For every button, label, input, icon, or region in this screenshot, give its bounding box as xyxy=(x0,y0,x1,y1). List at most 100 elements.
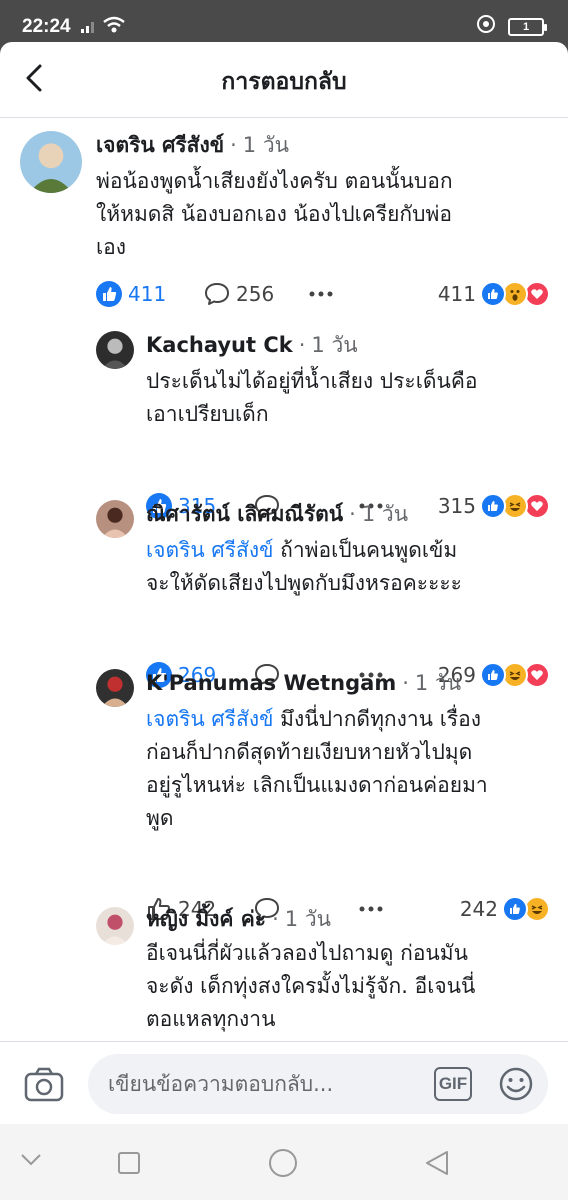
reaction-total: 315 xyxy=(437,494,476,518)
reaction-summary[interactable]: 242 xyxy=(460,893,550,925)
comment-header: Kachayut Ck · 1 วัน xyxy=(146,329,358,362)
more-options-button[interactable] xyxy=(308,278,334,310)
comment-time: 1 วัน xyxy=(242,133,289,157)
like-count: 411 xyxy=(128,282,167,306)
like-button[interactable]: 411 xyxy=(96,278,166,310)
avatar[interactable] xyxy=(96,669,134,707)
comment-line-text: เอง xyxy=(96,235,127,259)
reaction-total: 242 xyxy=(459,897,498,921)
comment-line-text: เอาเปรียบเด็ก xyxy=(146,402,269,426)
comment-line-text: ประเด็นไม่ได้อยู่ที่น้ำเสียง ประเด็นคือ xyxy=(146,369,478,393)
reply-input-container: GIF xyxy=(88,1054,548,1114)
signal-icon xyxy=(80,18,98,39)
header: การตอบกลับ xyxy=(0,42,568,118)
comment-line-text: จะดัง เด็กทุ่งสงใครมั้งไม่รู้จัก. อีเจนน… xyxy=(146,974,476,998)
avatar[interactable] xyxy=(96,500,134,538)
comment-line: เอง xyxy=(96,231,453,264)
comment-line: ให้หมดสิ น้องบอกเอง น้องไปเครียกับพ่อ xyxy=(96,198,453,231)
comment-line: ประเด็นไม่ได้อยู่ที่น้ำเสียง ประเด็นคือ xyxy=(146,365,478,398)
recents-icon xyxy=(118,1152,140,1174)
more-options-button[interactable] xyxy=(358,893,384,925)
wifi-icon xyxy=(102,16,126,39)
avatar[interactable] xyxy=(96,331,134,369)
comment-text: เจตริน ศรีสังข์ มึงนี่ปากดีทุกงาน เรื่อง… xyxy=(146,703,488,835)
comment-line-text: มึงนี่ปากดีทุกงาน เรื่อง xyxy=(273,707,482,731)
comment-line-text: ให้หมดสิ น้องบอกเอง น้องไปเครียกับพ่อ xyxy=(96,202,452,226)
author-name[interactable]: Kachayut Ck xyxy=(146,333,293,357)
reply-composer: GIF xyxy=(0,1041,568,1124)
author-name[interactable]: K'Panumas Wetngam xyxy=(146,671,396,695)
nav-home-button[interactable] xyxy=(268,1148,298,1182)
comment-line: อยู่รูไหนห่ะ เลิกเป็นแมงดาก่อนค่อยมา xyxy=(146,769,488,802)
like-icon xyxy=(96,281,122,307)
comment-line: เอาเปรียบเด็ก xyxy=(146,398,478,431)
nav-collapse-button[interactable] xyxy=(20,1152,42,1171)
emoji-button[interactable] xyxy=(498,1066,534,1106)
reaction-icons xyxy=(476,662,550,688)
reply-input[interactable] xyxy=(108,1054,428,1114)
more-icon xyxy=(308,290,334,298)
separator-dot: · xyxy=(402,671,409,695)
comment-line-text: พูด xyxy=(146,806,174,830)
comment-line-text: ถ้าพ่อเป็นคนพูดเข้ม xyxy=(273,538,458,562)
comment-line: จะดัง เด็กทุ่งสงใครมั้งไม่รู้จัก. อีเจนน… xyxy=(146,970,475,1003)
separator-dot: · xyxy=(298,333,306,357)
mention-link[interactable]: เจตริน ศรีสังข์ xyxy=(146,538,273,562)
comment-line: จะให้ดัดเสียงไปพูดกับมึงหรอคะะะะ xyxy=(146,567,462,600)
comment-line: เจตริน ศรีสังข์ มึงนี่ปากดีทุกงาน เรื่อง xyxy=(146,703,488,736)
reaction-summary[interactable]: 411 xyxy=(438,278,550,310)
reaction-total: 411 xyxy=(437,282,476,306)
mention-link[interactable]: เจตริน ศรีสังข์ xyxy=(146,707,273,731)
comment-line-text: อีเจนนี่กี่ผัวแล้วลองไปถามดู ก่อนมัน xyxy=(146,941,468,965)
comment-line: เจตริน ศรีสังข์ ถ้าพ่อเป็นคนพูดเข้ม xyxy=(146,534,462,567)
author-name[interactable]: หญิง มิ้งค์ ค่ะ xyxy=(146,907,266,931)
reaction-icons xyxy=(498,896,550,922)
home-icon xyxy=(269,1149,297,1177)
comment-icon xyxy=(204,282,230,306)
comment-line-text: จะให้ดัดเสียงไปพูดกับมึงหรอคะะะะ xyxy=(146,571,462,595)
alarm-icon xyxy=(476,14,496,39)
comment-header: K'Panumas Wetngam · 1 วัน xyxy=(146,667,461,700)
status-time: 22:24 xyxy=(22,16,71,37)
like-reaction-icon xyxy=(480,493,506,519)
comments-list: เจตริน ศรีสังข์ · 1 วัน พ่อน้องพูดน้ำเสียงย… xyxy=(0,119,568,1041)
reaction-icons xyxy=(476,493,550,519)
reply-count: 256 xyxy=(236,282,275,306)
comment-line: พูด xyxy=(146,802,488,835)
separator-dot: · xyxy=(272,907,279,931)
comment-header: หญิง มิ้งค์ ค่ะ · 1 วัน xyxy=(146,903,331,936)
nav-recents-button[interactable] xyxy=(118,1152,140,1178)
gif-button[interactable]: GIF xyxy=(434,1067,472,1101)
more-icon xyxy=(358,905,384,913)
author-name[interactable]: เจตริน ศรีสังข์ xyxy=(96,133,224,157)
comment-text: เจตริน ศรีสังข์ ถ้าพ่อเป็นคนพูดเข้มจะให้… xyxy=(146,534,462,600)
avatar[interactable] xyxy=(96,907,134,945)
system-nav-bar xyxy=(0,1124,568,1200)
like-reaction-icon xyxy=(480,662,506,688)
comment-line: พ่อน้องพูดน้ำเสียงยังไงครับ ตอนนั้นบอก xyxy=(96,165,453,198)
camera-button[interactable] xyxy=(24,1066,64,1106)
comment-time: 1 วัน xyxy=(311,333,358,357)
comment-header: เจตริน ศรีสังข์ · 1 วัน xyxy=(96,129,289,162)
like-reaction-icon xyxy=(502,896,528,922)
comment-line: อีเจนนี่กี่ผัวแล้วลองไปถามดู ก่อนมัน xyxy=(146,937,475,970)
like-reaction-icon xyxy=(480,281,506,307)
back-triangle-icon xyxy=(426,1151,448,1175)
reply-button[interactable]: 256 xyxy=(204,278,274,310)
reaction-summary[interactable]: 315 xyxy=(438,490,550,522)
emoji-icon xyxy=(499,1067,533,1101)
comment-text: อีเจนนี่กี่ผัวแล้วลองไปถามดู ก่อนมันจะดั… xyxy=(146,937,475,1036)
battery-icon: 1 xyxy=(508,17,547,36)
camera-icon xyxy=(24,1067,64,1102)
chevron-down-icon xyxy=(21,1154,41,1166)
comment-header: ณิศารัตน์ เลิศมณีรัตน์ · 1 วัน xyxy=(146,498,408,531)
nav-back-button[interactable] xyxy=(424,1150,450,1180)
replies-sheet: การตอบกลับ เจตริน ศรีสังข์ · 1 วัน พ่อน้องพ… xyxy=(0,42,568,1124)
comment-time: 1 วัน xyxy=(361,502,409,526)
avatar[interactable] xyxy=(20,131,82,193)
battery-level: 1 xyxy=(522,20,530,33)
separator-dot: · xyxy=(230,133,237,157)
comment-line: ก่อนก็ปากดีสุดท้ายเงียบหายหัวไปมุด xyxy=(146,736,488,769)
comment-line-text: พ่อน้องพูดน้ำเสียงยังไงครับ ตอนนั้นบอก xyxy=(96,169,453,193)
author-name[interactable]: ณิศารัตน์ เลิศมณีรัตน์ xyxy=(146,502,343,526)
